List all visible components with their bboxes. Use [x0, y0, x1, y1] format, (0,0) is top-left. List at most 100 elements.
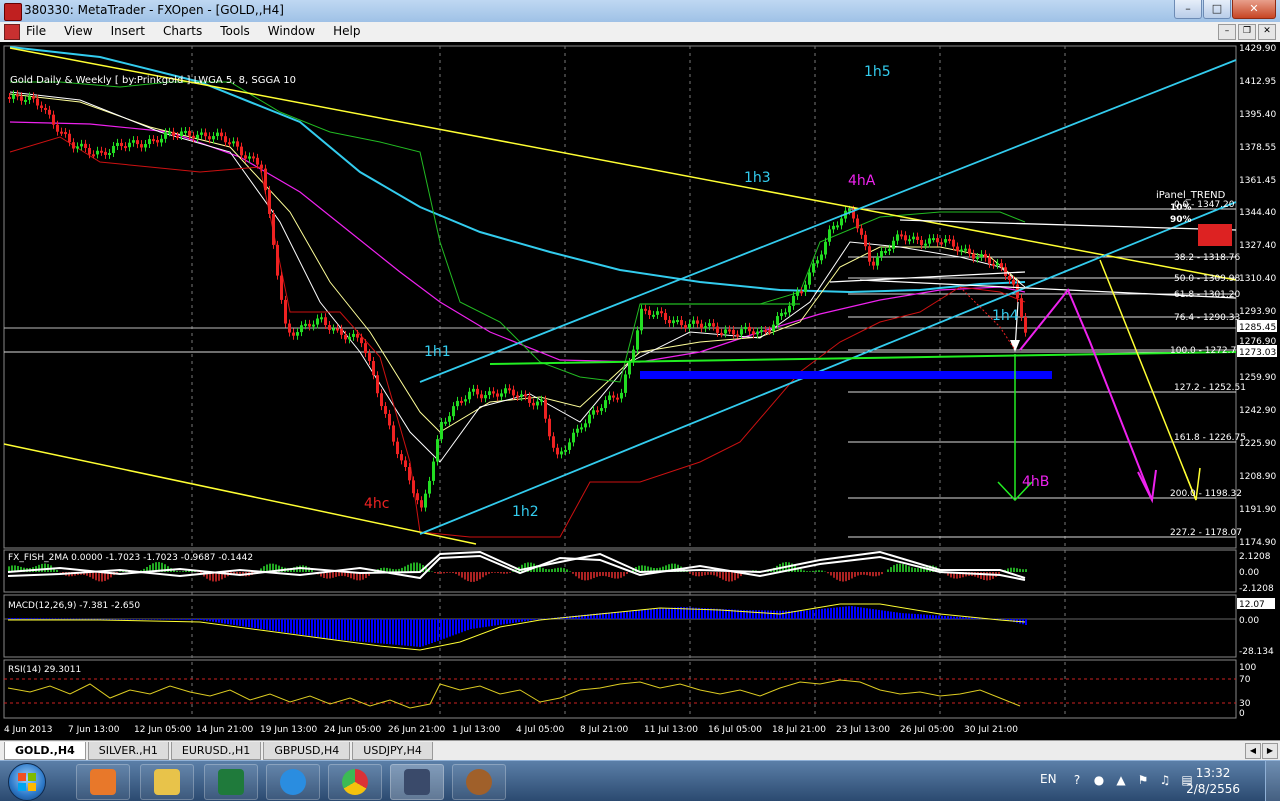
macd-bar [308, 619, 310, 636]
menu-help[interactable]: Help [333, 24, 360, 38]
tab-silver[interactable]: SILVER.,H1 [88, 742, 169, 760]
menu-charts[interactable]: Charts [163, 24, 202, 38]
macd-bar [812, 610, 814, 619]
tab-eurusd[interactable]: EURUSD.,H1 [171, 742, 261, 760]
chart-area[interactable]: 1h5 1h3 4hA 1h1 1h4 4hc 1h2 4hB Gold Dai… [0, 42, 1280, 740]
macd-bar [491, 619, 493, 626]
macd-bar [410, 619, 412, 646]
tabs-scroll-right-icon[interactable]: ▶ [1262, 743, 1278, 759]
candle-body [84, 144, 87, 148]
macd-bar [32, 618, 34, 619]
arrow-icon[interactable]: ▲ [1114, 773, 1128, 787]
macd-bar [476, 619, 478, 628]
network-icon[interactable]: ● [1092, 773, 1106, 787]
candle-body [36, 99, 39, 106]
fish-bar [1022, 569, 1024, 572]
candle-body [24, 100, 27, 102]
fish-bar [830, 572, 832, 575]
metatrader-icon [404, 769, 430, 795]
speaker-icon[interactable]: ♫ [1158, 773, 1172, 787]
candle-body [328, 325, 331, 330]
price-tick: 1412.95 [1239, 77, 1276, 87]
menu-tools[interactable]: Tools [220, 24, 250, 38]
close-button[interactable]: ✕ [1232, 0, 1276, 19]
macd-bar [314, 619, 316, 637]
candle-body [56, 125, 59, 132]
fish-bar [176, 571, 178, 572]
taskbar-internet-explorer[interactable] [266, 764, 320, 800]
candle-body [44, 108, 47, 110]
macd-bar [947, 616, 949, 619]
fish-bar [473, 572, 475, 582]
tab-usdjpy[interactable]: USDJPY,H4 [352, 742, 433, 760]
macd-bar [494, 619, 496, 626]
taskbar-excel[interactable] [204, 764, 258, 800]
label-4hb: 4hB [1022, 474, 1049, 490]
chart-minimize-button[interactable]: – [1218, 24, 1236, 40]
macd-bar [959, 617, 961, 619]
menu-insert[interactable]: Insert [111, 24, 145, 38]
tab-gold[interactable]: GOLD.,H4 [4, 742, 86, 760]
candle-body [1000, 263, 1003, 267]
fish-bar [803, 571, 805, 572]
flag-icon[interactable]: ⚑ [1136, 773, 1150, 787]
macd-bar [644, 610, 646, 619]
macd-bar [470, 619, 472, 629]
macd-bar [137, 619, 139, 620]
chart-close-button[interactable]: ✕ [1258, 24, 1276, 40]
fish-bar [56, 570, 58, 572]
taskbar-explorer[interactable] [140, 764, 194, 800]
maximize-button[interactable]: □ [1203, 0, 1231, 19]
help-icon[interactable]: ? [1070, 773, 1084, 787]
fish-bar [326, 572, 328, 579]
language-indicator[interactable]: EN [1040, 772, 1057, 786]
candle-body [16, 94, 19, 96]
menu-file[interactable]: File [26, 24, 46, 38]
macd-bar [440, 619, 442, 640]
macd-bar [62, 619, 64, 620]
macd-bar [296, 619, 298, 634]
minimize-button[interactable]: – [1174, 0, 1202, 19]
fish-axis-zero: 0.00 [1239, 568, 1259, 578]
candle-body [92, 154, 95, 156]
macd-bar [188, 619, 190, 620]
candle-body [116, 143, 119, 146]
menu-view[interactable]: View [64, 24, 92, 38]
macd-bar [464, 619, 466, 631]
show-desktop-button[interactable] [1265, 761, 1280, 801]
taskbar-chrome[interactable] [328, 764, 382, 800]
tabs-scroll-left-icon[interactable]: ◀ [1245, 743, 1261, 759]
fish-bar [557, 568, 559, 572]
taskbar-metatrader[interactable] [390, 764, 444, 800]
macd-bar [938, 616, 940, 619]
candle-body [788, 306, 791, 313]
taskbar-app[interactable] [452, 764, 506, 800]
candle-body [492, 391, 495, 393]
rsi-indicator-label: RSI(14) 29.3011 [8, 665, 81, 675]
candle-body [368, 353, 371, 361]
fish-bar [437, 572, 439, 574]
candle-body [484, 395, 487, 398]
clock[interactable]: 13:32 2/8/2556 [1186, 765, 1240, 797]
fish-bar [899, 564, 901, 572]
fish-bar [461, 572, 463, 578]
macd-bar [905, 613, 907, 619]
macd-bar [911, 614, 913, 619]
candle-body [164, 132, 167, 138]
fish-bar [866, 572, 868, 575]
clock-time: 13:32 [1186, 765, 1240, 781]
fish-bar [869, 572, 871, 576]
chart-restore-button[interactable]: ❐ [1238, 24, 1256, 40]
start-button[interactable] [8, 763, 46, 801]
taskbar-media-player[interactable] [76, 764, 130, 800]
fish-bar [863, 572, 865, 575]
fish-axis-bottom: -2.1208 [1239, 584, 1274, 594]
tab-gbpusd[interactable]: GBPUSD,H4 [263, 742, 350, 760]
fish-bar [698, 572, 700, 576]
menu-window[interactable]: Window [268, 24, 315, 38]
macd-bar [896, 612, 898, 619]
candle-body [256, 158, 259, 165]
candle-body [452, 406, 455, 416]
candle-body [540, 400, 543, 402]
candle-body [980, 254, 983, 257]
